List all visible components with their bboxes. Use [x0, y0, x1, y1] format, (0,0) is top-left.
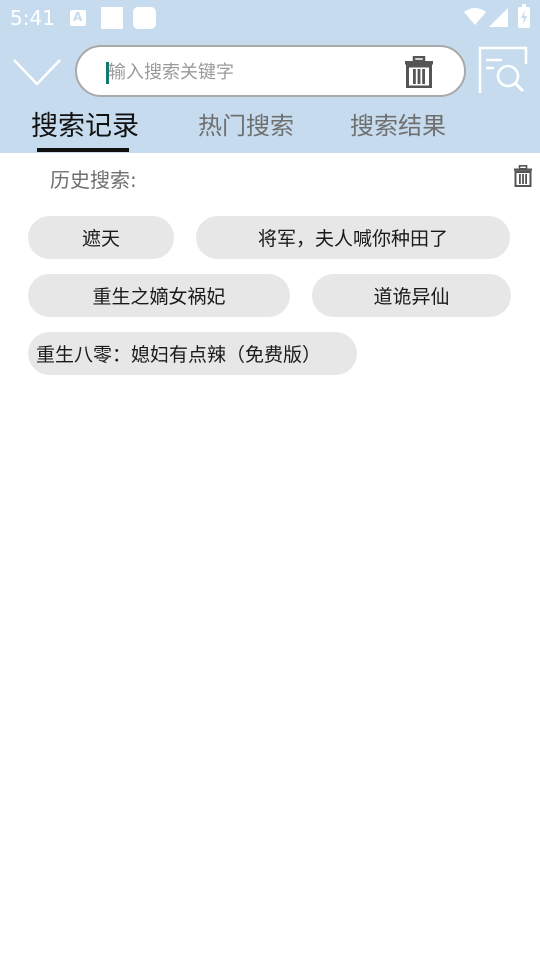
search-box [75, 45, 466, 97]
status-time: 5:41 [10, 6, 55, 30]
chevron-down-icon [13, 59, 61, 86]
tab-hot-search[interactable]: 热门搜索 [198, 106, 294, 141]
history-tag[interactable]: 遮天 [28, 216, 174, 259]
search-document-icon [478, 46, 528, 93]
active-tab-indicator [37, 148, 129, 152]
history-tag[interactable]: 将军，夫人喊你种田了 [196, 216, 510, 259]
wifi-icon [464, 8, 486, 25]
search-input[interactable] [108, 57, 398, 87]
signal-icon [489, 8, 508, 27]
rounded-square-icon [133, 7, 156, 29]
app-header: 5:41 A 输入搜索关键字 搜索记录 热门搜索 搜索结果 [0, 0, 540, 153]
history-tag[interactable]: 重生之嫡女祸妃 [28, 274, 290, 317]
trash-icon [514, 165, 532, 187]
trash-icon [405, 55, 433, 89]
search-button[interactable] [478, 46, 528, 94]
clear-search-button[interactable] [404, 55, 434, 89]
clear-history-button[interactable] [513, 165, 533, 187]
history-tag[interactable]: 道诡异仙 [312, 274, 511, 317]
tab-search-history[interactable]: 搜索记录 [31, 104, 139, 143]
history-title: 历史搜索: [50, 168, 137, 192]
square-icon [101, 7, 123, 29]
tab-search-results[interactable]: 搜索结果 [350, 106, 446, 141]
app-a-icon: A [70, 10, 86, 26]
battery-charging-icon [518, 4, 530, 28]
history-tag[interactable]: 重生八零：媳妇有点辣（免费版） [28, 332, 357, 375]
collapse-button[interactable] [12, 56, 62, 88]
status-bar: 5:41 A [0, 0, 540, 36]
